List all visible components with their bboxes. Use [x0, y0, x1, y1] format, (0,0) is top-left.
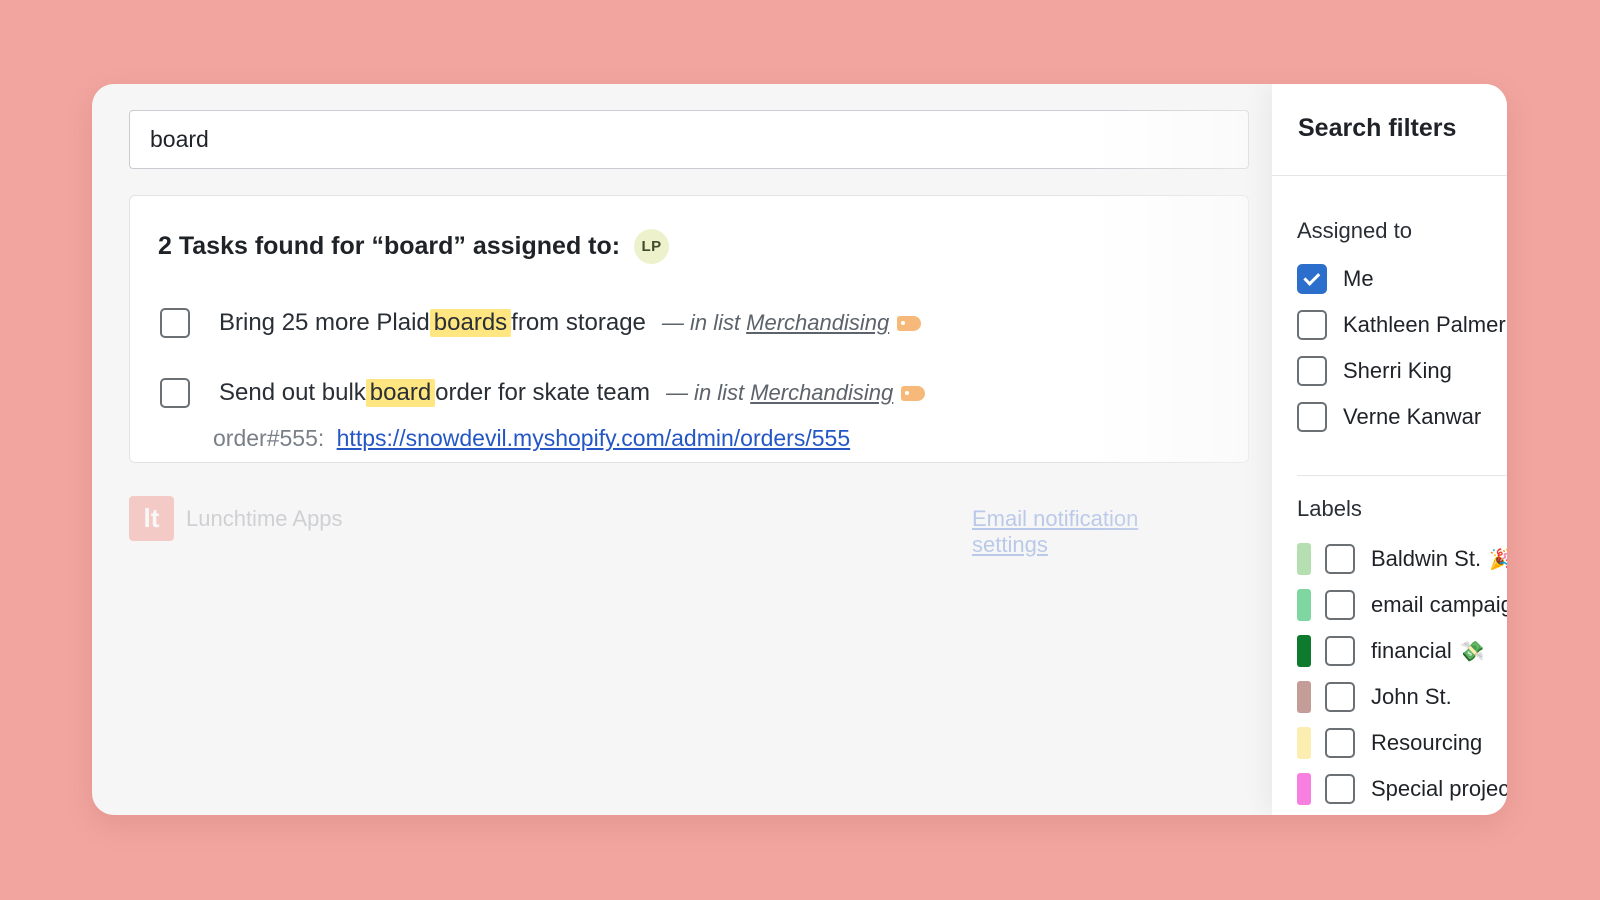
label-color-swatch — [1297, 635, 1311, 667]
assignee-option-sherri-king[interactable]: Sherri King — [1297, 356, 1452, 386]
label-option-special-projects[interactable]: Special projects 🤫 — [1297, 773, 1507, 805]
label-color-swatch — [1297, 773, 1311, 805]
assignee-checkbox[interactable] — [1297, 356, 1327, 386]
task-note-label: order#555: — [213, 425, 325, 451]
task-list-ref: — in list Merchandising — [661, 310, 922, 336]
party-icon: 🎉 — [1489, 548, 1507, 571]
money-icon: 💸 — [1459, 640, 1485, 663]
assignee-name: Sherri King — [1343, 358, 1452, 383]
task-text-highlight: boards — [429, 309, 512, 337]
footer-brand: Lunchtime Apps — [186, 506, 343, 531]
assignee-checkbox[interactable] — [1297, 310, 1327, 340]
label-color-swatch — [1297, 543, 1311, 575]
footer: lt Lunchtime Apps Email notification set… — [129, 492, 1159, 612]
panel-title: Search filters — [1298, 114, 1457, 142]
label-name: email campaigns — [1371, 592, 1507, 617]
label-checkbox[interactable] — [1325, 636, 1355, 666]
divider — [1272, 175, 1507, 176]
assignee-name: Me — [1343, 266, 1374, 291]
label-checkbox[interactable] — [1325, 728, 1355, 758]
task-text-after: from storage — [511, 309, 646, 336]
assignee-name: Verne Kanwar — [1343, 404, 1482, 429]
results-heading-text: 2 Tasks found for “board” assigned to: — [158, 232, 621, 260]
order-link[interactable]: https://snowdevil.myshopify.com/admin/or… — [337, 425, 850, 451]
search-filters-panel: Search filters Assigned to Me Kathleen P… — [1272, 84, 1507, 815]
label-name: Resourcing — [1371, 730, 1483, 755]
label-checkbox[interactable] — [1325, 590, 1355, 620]
search-results-card: 2 Tasks found for “board” assigned to: L… — [129, 195, 1249, 463]
lunchtime-logo-icon: lt — [129, 496, 174, 541]
label-option-financial[interactable]: financial 💸 — [1297, 635, 1485, 667]
list-link-merchandising[interactable]: Merchandising — [746, 310, 889, 336]
email-notification-settings-link[interactable]: Email notification settings — [972, 506, 1159, 558]
assignee-checkbox[interactable] — [1297, 402, 1327, 432]
label-checkbox[interactable] — [1325, 774, 1355, 804]
label-color-swatch — [1297, 681, 1311, 713]
assigned-to-heading: Assigned to — [1297, 218, 1412, 243]
label-name: financial — [1371, 638, 1452, 663]
label-option-john-st[interactable]: John St. — [1297, 681, 1452, 713]
app-window: 2 Tasks found for “board” assigned to: L… — [92, 84, 1507, 815]
tag-icon — [901, 385, 926, 401]
assignee-option-me[interactable]: Me — [1297, 264, 1374, 294]
task-checkbox[interactable] — [160, 308, 190, 338]
search-input[interactable] — [129, 110, 1249, 169]
task-text-before: Send out bulk — [219, 379, 366, 406]
assignee-checkbox[interactable] — [1297, 264, 1327, 294]
label-checkbox[interactable] — [1325, 682, 1355, 712]
label-name: John St. — [1371, 684, 1452, 709]
task-list-ref: — in list Merchandising — [665, 380, 926, 406]
label-checkbox[interactable] — [1325, 544, 1355, 574]
assignee-name: Kathleen Palmer — [1343, 312, 1506, 337]
task-note: order#555: https://snowdevil.myshopify.c… — [213, 425, 850, 452]
label-color-swatch — [1297, 589, 1311, 621]
avatar: LP — [634, 229, 670, 264]
in-list-prefix: — in list — [661, 310, 741, 335]
labels-heading: Labels — [1297, 496, 1362, 521]
tag-icon — [897, 315, 922, 331]
task-text-after: order for skate team — [435, 379, 650, 406]
assignee-option-verne-kanwar[interactable]: Verne Kanwar — [1297, 402, 1481, 432]
task-text-before: Bring 25 more Plaid — [219, 309, 430, 336]
task-row: Send out bulk board order for skate team… — [160, 378, 926, 408]
in-list-prefix: — in list — [665, 380, 745, 405]
divider — [1297, 475, 1507, 476]
label-name: Baldwin St. — [1371, 546, 1482, 571]
task-text-highlight: board — [365, 379, 436, 407]
task-checkbox[interactable] — [160, 378, 190, 408]
label-name: Special projects — [1371, 776, 1507, 801]
results-heading: 2 Tasks found for “board” assigned to: L… — [158, 229, 670, 264]
label-option-baldwin-st[interactable]: Baldwin St. 🎉 — [1297, 543, 1507, 575]
assignee-option-kathleen-palmer[interactable]: Kathleen Palmer — [1297, 310, 1506, 340]
label-color-swatch — [1297, 727, 1311, 759]
task-row: Bring 25 more Plaid boards from storage … — [160, 308, 922, 338]
list-link-merchandising[interactable]: Merchandising — [750, 380, 893, 406]
label-option-resourcing[interactable]: Resourcing — [1297, 727, 1482, 759]
label-option-email-campaigns[interactable]: email campaigns — [1297, 589, 1507, 621]
